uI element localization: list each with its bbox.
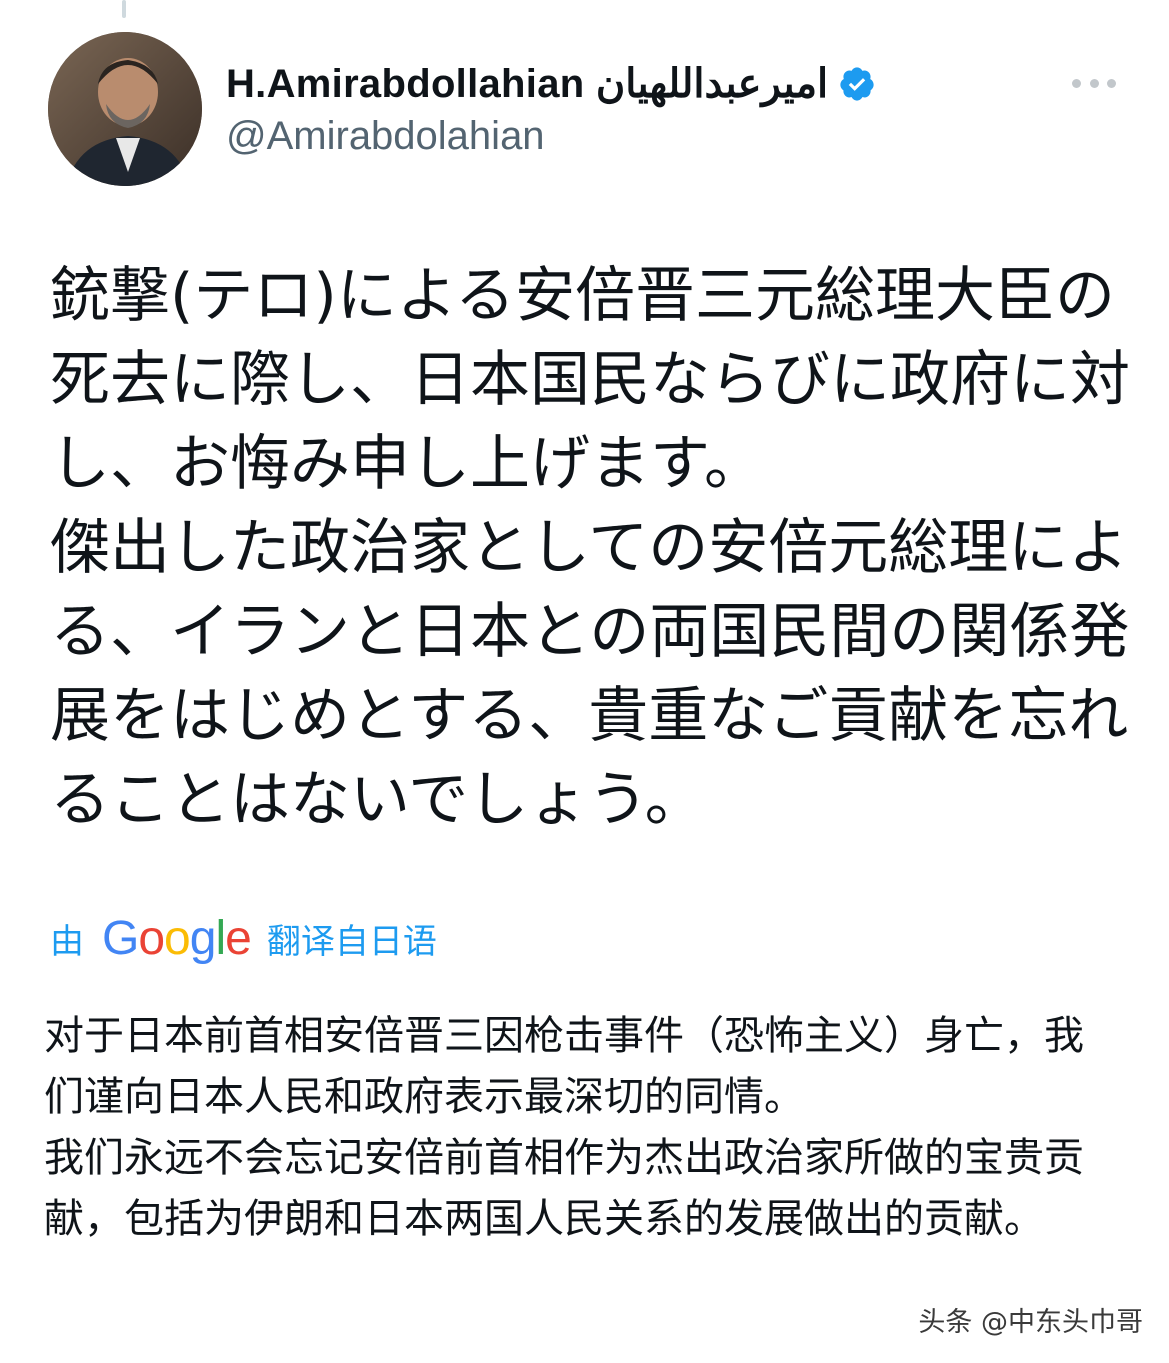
tweet-body-text: 銃撃(テロ)による安倍晋三元総理大臣の死去に際し、日本国民ならびに政府に対し、お… (50, 261, 1130, 835)
more-dot (1107, 78, 1116, 88)
author-name-row[interactable]: H.Amirabdollahian امیرعبداللهیان (226, 58, 876, 110)
translation-source-language[interactable]: 翻译自日语 (267, 914, 437, 963)
thread-connector-line (122, 0, 126, 18)
more-dot (1072, 78, 1081, 88)
translation-attribution[interactable]: 由 Google 翻译自日语 (50, 908, 437, 968)
author-handle[interactable]: @Amirabdolahian (226, 114, 545, 159)
more-dot (1089, 78, 1099, 88)
google-logo[interactable]: Google (102, 911, 252, 966)
author-avatar[interactable] (48, 32, 202, 186)
verified-badge-icon (838, 65, 876, 103)
more-options-icon[interactable] (1072, 72, 1116, 94)
source-watermark: 头条 @中东头巾哥 (918, 1307, 1143, 1338)
translated-body-text: 对于日本前首相安倍晋三因枪击事件（恐怖主义）身亡，我们谨向日本人民和政府表示最深… (44, 1013, 1084, 1242)
translation-prefix: 由 (50, 921, 84, 962)
author-display-name[interactable]: H.Amirabdollahian امیرعبداللهیان (226, 61, 828, 107)
avatar-photo (48, 32, 202, 186)
